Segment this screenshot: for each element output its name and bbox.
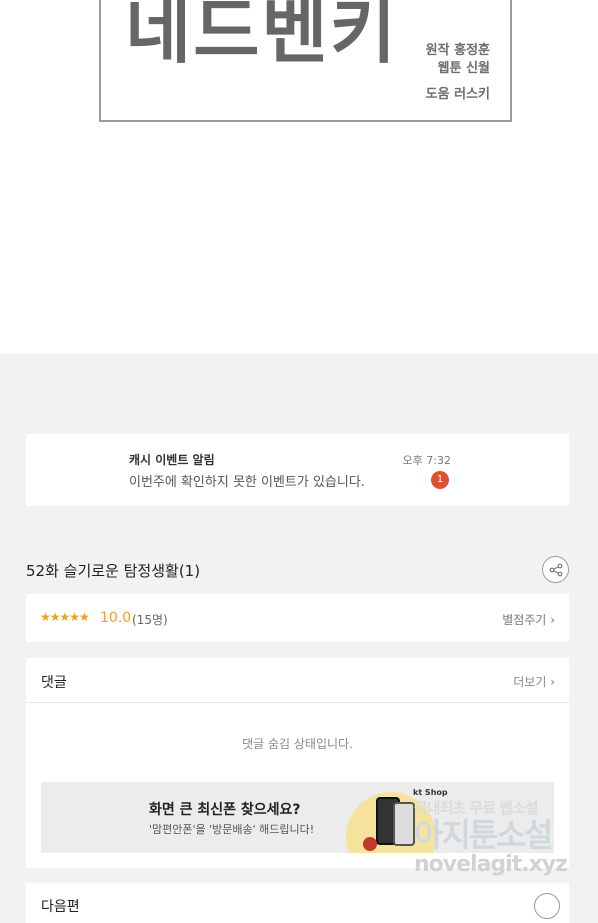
- notice-time: 오후 7:32: [402, 454, 451, 467]
- poster-title: 네드벤키: [125, 0, 398, 73]
- next-episode-section[interactable]: 다음편: [26, 883, 569, 923]
- poster-credits: 원작 홍정훈 웹툰 신월 도움 러스키: [426, 42, 490, 104]
- notice-title: 캐시 이벤트 알림: [129, 453, 215, 467]
- share-button[interactable]: [542, 556, 569, 583]
- comic-panel: 네드벤키 원작 홍정훈 웹툰 신월 도움 러스키: [0, 0, 598, 354]
- chevron-right-icon: ›: [550, 613, 555, 627]
- episode-title: 52화 슬기로운 탐정생활(1): [26, 562, 201, 580]
- title-poster: 네드벤키 원작 홍정훈 웹툰 신월 도움 러스키: [99, 0, 512, 122]
- notice-badge: 1: [431, 471, 449, 489]
- watermark: 국내최초 무료 웹소설 아지툰소설 novelagit.xyz: [414, 797, 584, 877]
- ad-brand-logo: kt Shop: [413, 788, 448, 797]
- star-icons: ★★★★★: [40, 610, 90, 624]
- ad-flower-image: [363, 837, 377, 851]
- rate-button[interactable]: 별점주기 ›: [502, 611, 555, 628]
- credit-assist: 도움 러스키: [425, 87, 490, 102]
- watermark-line1: 국내최초 무료 웹소설: [414, 799, 539, 817]
- chevron-right-icon: ›: [550, 675, 555, 689]
- rate-label: 별점주기: [502, 613, 547, 627]
- comments-more-label: 더보기: [513, 675, 547, 689]
- watermark-line3: novelagit.xyz: [414, 852, 568, 877]
- cash-event-notice[interactable]: 캐시 이벤트 알림 이번주에 확인하지 못한 이벤트가 있습니다. 오후 7:3…: [26, 434, 569, 506]
- watermark-line2: 아지툰소설: [414, 816, 553, 854]
- ad-title: 화면 큰 최신폰 찾으세요?: [149, 802, 301, 818]
- comments-more-button[interactable]: 더보기 ›: [513, 673, 555, 690]
- rating-bar: ★★★★★ 10.0 (15명) 별점주기 ›: [26, 594, 569, 642]
- next-episode-title: 다음편: [41, 899, 80, 915]
- share-icon: [549, 563, 563, 577]
- comments-title: 댓글: [41, 675, 67, 691]
- credit-original: 원작 홍정훈: [425, 43, 490, 58]
- comments-hidden-notice: 댓글 숨김 상태입니다.: [242, 737, 353, 751]
- rating-score: 10.0: [100, 610, 132, 626]
- comments-header: 댓글 더보기 ›: [26, 658, 569, 703]
- ad-subtitle: '맘편안폰'을 '방문배송' 해드립니다!: [149, 823, 315, 836]
- credit-webtoon: 웹툰 신월: [437, 61, 490, 76]
- notice-message: 이번주에 확인하지 못한 이벤트가 있습니다.: [129, 475, 365, 490]
- ad-phone-image-2: [393, 802, 415, 846]
- rating-count: (15명): [132, 613, 168, 627]
- next-episode-icon: [534, 893, 560, 919]
